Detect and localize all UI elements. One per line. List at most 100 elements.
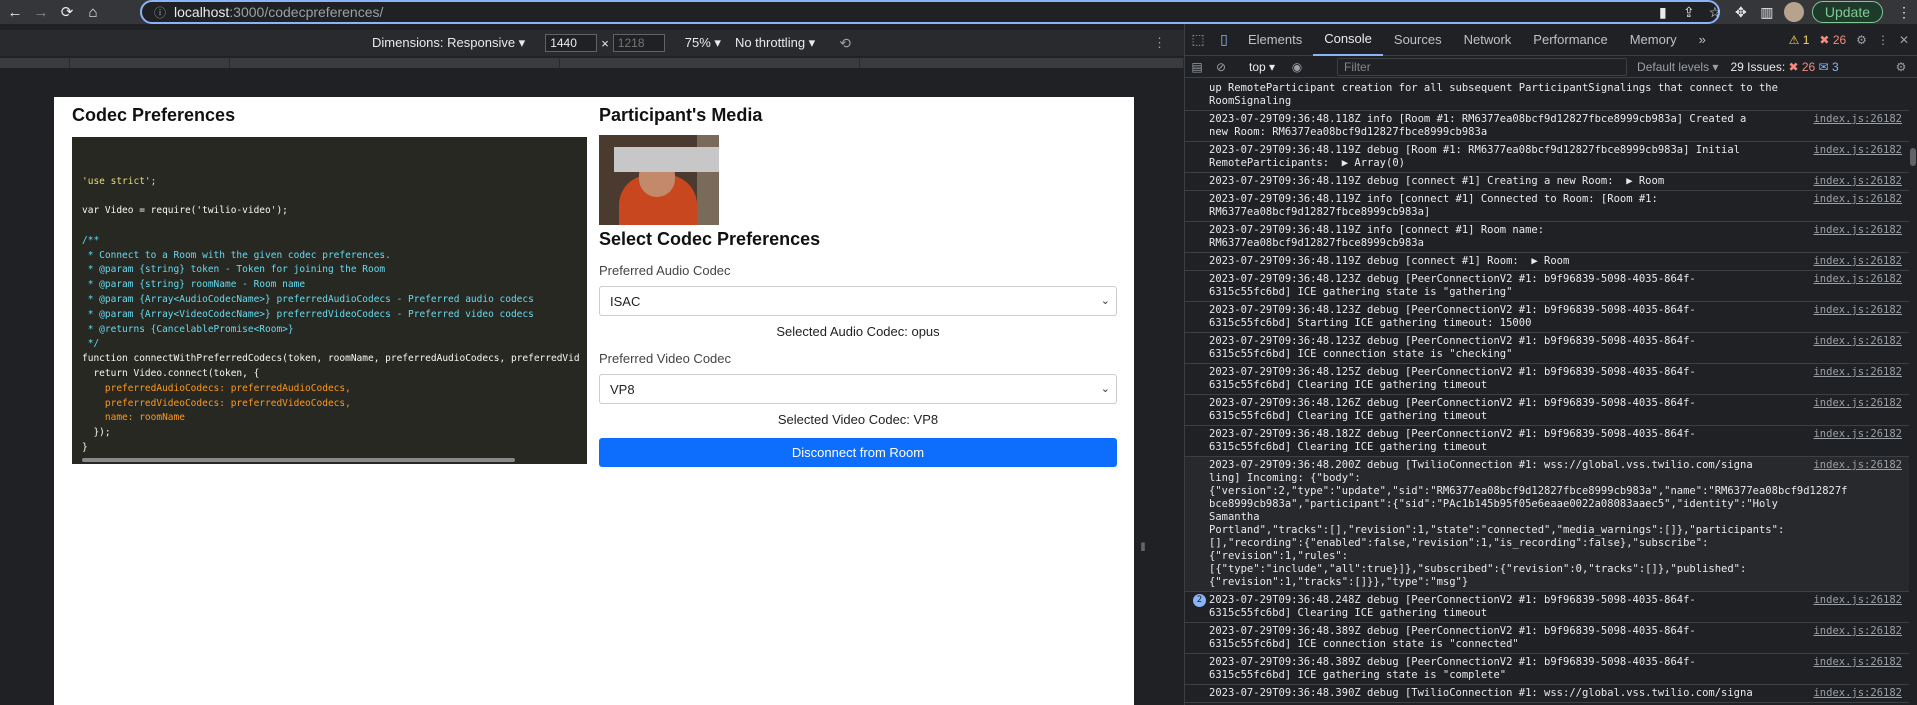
source-link[interactable]: index.js:26182: [1813, 594, 1902, 607]
source-link[interactable]: index.js:26182: [1813, 304, 1902, 317]
tab-network[interactable]: Network: [1453, 24, 1523, 56]
console-message[interactable]: 2 2023-07-29T09:36:48.248Z debug [PeerCon…: [1185, 592, 1917, 623]
clear-console-icon[interactable]: ⊘: [1209, 60, 1233, 74]
throttle-select[interactable]: No throttling ▾: [735, 35, 815, 51]
tab-sources[interactable]: Sources: [1383, 24, 1453, 56]
devtools-tabbar: ⬚ ▯ Elements Console Sources Network Perform…: [1185, 24, 1917, 56]
source-link[interactable]: index.js:26182: [1813, 428, 1902, 441]
source-link[interactable]: index.js:26182: [1813, 335, 1902, 348]
selected-audio-codec: Selected Audio Codec: opus: [776, 324, 940, 339]
share-icon[interactable]: ⇪: [1676, 4, 1702, 21]
levels-select[interactable]: Default levels ▾: [1637, 60, 1718, 74]
address-bar[interactable]: ⓘ localhost:3000/codecpreferences/: [140, 0, 1720, 24]
sidepanel-icon[interactable]: ▥: [1754, 4, 1780, 21]
source-link[interactable]: index.js:26182: [1813, 687, 1902, 700]
source-link[interactable]: index.js:26182: [1813, 144, 1902, 157]
tab-console[interactable]: Console: [1313, 24, 1383, 56]
code-line: /**: [82, 234, 100, 246]
console-message[interactable]: 2023-07-29T09:36:48.119Z info [connect #…: [1185, 191, 1917, 222]
tab-memory[interactable]: Memory: [1619, 24, 1688, 56]
console-message[interactable]: 2023-07-29T09:36:48.200Z debug [TwilioCo…: [1185, 457, 1917, 592]
back-icon[interactable]: ←: [4, 1, 26, 23]
device-toggle-icon[interactable]: ▯: [1211, 31, 1237, 48]
home-icon[interactable]: ⌂: [82, 1, 104, 23]
chevron-down-icon: ⌄: [1100, 295, 1110, 307]
source-link[interactable]: index.js:26182: [1813, 113, 1902, 126]
console-message[interactable]: 2023-07-29T09:36:48.182Z debug [PeerConn…: [1185, 426, 1917, 457]
width-input[interactable]: [545, 34, 598, 52]
console-message[interactable]: up RemoteParticipant creation for all su…: [1185, 80, 1917, 111]
forward-icon[interactable]: →: [30, 1, 52, 23]
audio-codec-select[interactable]: ISAC ⌄: [599, 286, 1117, 316]
source-link[interactable]: index.js:26182: [1813, 656, 1902, 669]
info-icon[interactable]: ⓘ: [154, 4, 166, 21]
device-toolbar: Dimensions: Responsive ▾ × 75% ▾ No thro…: [0, 30, 1184, 56]
inspect-icon[interactable]: ⬚: [1185, 31, 1211, 48]
filter-input[interactable]: Filter: [1337, 57, 1628, 76]
code-line: });: [82, 427, 111, 439]
settings-icon[interactable]: ⚙: [1856, 33, 1867, 47]
extensions-icon[interactable]: ✥: [1728, 4, 1754, 21]
console-message[interactable]: 2023-07-29T09:36:48.123Z debug [PeerConn…: [1185, 271, 1917, 302]
console-message[interactable]: 2023-07-29T09:36:48.390Z debug [TwilioCo…: [1185, 685, 1917, 703]
close-icon[interactable]: ✕: [1899, 33, 1909, 47]
code-scrollbar[interactable]: [82, 458, 515, 462]
tab-[interactable]: »: [1688, 24, 1717, 56]
codec-preferences-title: Codec Preferences: [72, 105, 236, 125]
more-options-icon[interactable]: ⋮: [1153, 35, 1166, 51]
devtools-status: ⚠ 1 ✖ 26 ⚙ ⋮ ✕: [1789, 33, 1909, 47]
console-message[interactable]: 2023-07-29T09:36:48.123Z debug [PeerConn…: [1185, 333, 1917, 364]
console-message[interactable]: 2023-07-29T09:36:48.389Z debug [PeerConn…: [1185, 654, 1917, 685]
source-link[interactable]: index.js:26182: [1813, 224, 1902, 237]
camera-icon[interactable]: ▮: [1650, 4, 1676, 21]
sidebar-icon[interactable]: ▤: [1185, 60, 1209, 74]
source-link[interactable]: index.js:26182: [1813, 459, 1902, 472]
eye-icon[interactable]: ◉: [1285, 60, 1309, 74]
error-count[interactable]: ✖ 26: [1819, 33, 1846, 47]
console-message[interactable]: 2023-07-29T09:36:48.119Z info [connect #…: [1185, 222, 1917, 253]
console-message[interactable]: 2023-07-29T09:36:48.118Z info [Room #1: …: [1185, 111, 1917, 142]
source-link[interactable]: index.js:26182: [1813, 255, 1902, 268]
source-link[interactable]: index.js:26182: [1813, 366, 1902, 379]
rotate-icon[interactable]: ⟲: [839, 35, 851, 52]
source-link[interactable]: index.js:26182: [1813, 175, 1902, 188]
menu-icon[interactable]: ⋮: [1891, 4, 1917, 21]
issues-button[interactable]: 29 Issues: ✖ 26 ✉ 3: [1730, 60, 1838, 74]
video-codec-select[interactable]: VP8 ⌄: [599, 374, 1117, 404]
update-button[interactable]: Update: [1811, 1, 1883, 23]
source-link[interactable]: index.js:26182: [1813, 273, 1902, 286]
code-line: * Connect to a Room with the given codec…: [82, 249, 391, 261]
console-message[interactable]: 2023-07-29T09:36:48.119Z debug [Room #1:…: [1185, 142, 1917, 173]
source-link[interactable]: index.js:26182: [1813, 193, 1902, 206]
disconnect-button[interactable]: Disconnect from Room: [599, 438, 1117, 467]
console-message[interactable]: 2023-07-29T09:36:48.123Z debug [PeerConn…: [1185, 302, 1917, 333]
reload-icon[interactable]: ⟳: [56, 1, 78, 23]
resize-handle[interactable]: ‖: [1139, 540, 1147, 570]
zoom-select[interactable]: 75% ▾: [685, 35, 721, 51]
video-codec-value: VP8: [610, 381, 635, 397]
console-message[interactable]: 2023-07-29T09:36:48.119Z debug [connect …: [1185, 173, 1917, 191]
console-message[interactable]: 2023-07-29T09:36:48.119Z debug [connect …: [1185, 253, 1917, 271]
console-message-text: 2023-07-29T09:36:48.248Z debug [PeerConn…: [1209, 594, 1696, 619]
source-link[interactable]: index.js:26182: [1813, 397, 1902, 410]
context-select[interactable]: top ▾: [1249, 60, 1275, 74]
console-message[interactable]: 2023-07-29T09:36:48.126Z debug [PeerConn…: [1185, 395, 1917, 426]
console-message[interactable]: 2023-07-29T09:36:48.389Z debug [PeerConn…: [1185, 623, 1917, 654]
avatar[interactable]: [1783, 2, 1804, 22]
console-message-text: 2023-07-29T09:36:48.126Z debug [PeerConn…: [1209, 397, 1696, 422]
warning-count[interactable]: ⚠ 1: [1789, 33, 1810, 47]
console-settings-icon[interactable]: ⚙: [1889, 60, 1913, 74]
console-scrollbar[interactable]: [1909, 80, 1917, 705]
tab-performance[interactable]: Performance: [1522, 24, 1618, 56]
console-message[interactable]: 2023-07-29T09:36:48.125Z debug [PeerConn…: [1185, 364, 1917, 395]
star-icon[interactable]: ☆: [1702, 4, 1728, 21]
chevron-down-icon: ⌄: [1100, 383, 1110, 395]
dimensions-select[interactable]: Dimensions: Responsive ▾: [372, 35, 525, 51]
source-link[interactable]: index.js:26182: [1813, 625, 1902, 638]
tab-elements[interactable]: Elements: [1237, 24, 1313, 56]
more-icon[interactable]: ⋮: [1877, 33, 1889, 47]
height-input[interactable]: [612, 34, 665, 52]
times-sign: ×: [601, 35, 609, 51]
